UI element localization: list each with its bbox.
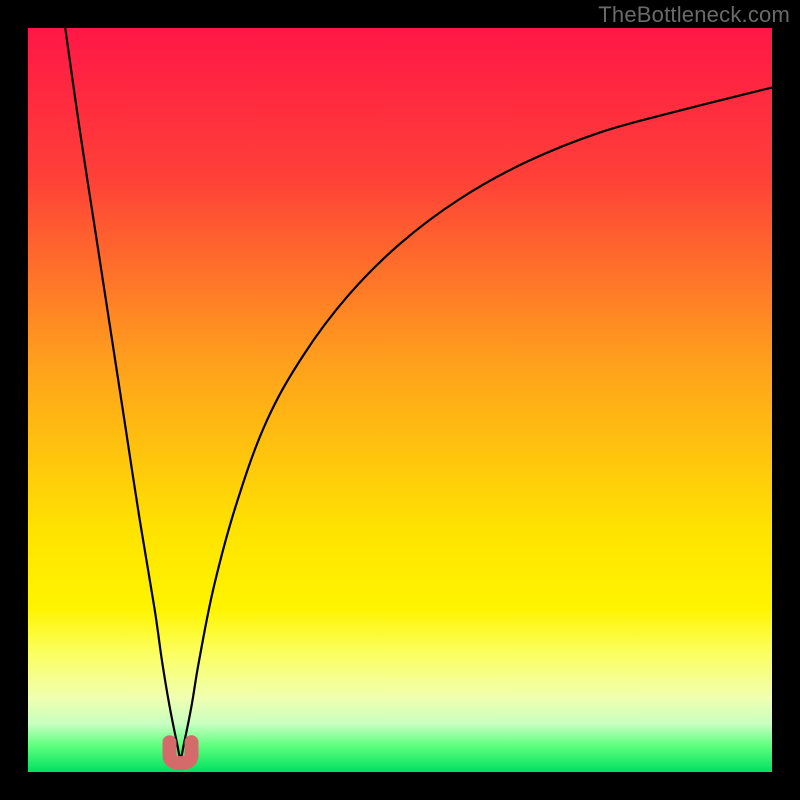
plot-area <box>28 28 772 772</box>
gradient-background <box>28 28 772 772</box>
chart-frame: TheBottleneck.com <box>0 0 800 800</box>
plot-svg <box>28 28 772 772</box>
watermark-text: TheBottleneck.com <box>598 2 790 28</box>
